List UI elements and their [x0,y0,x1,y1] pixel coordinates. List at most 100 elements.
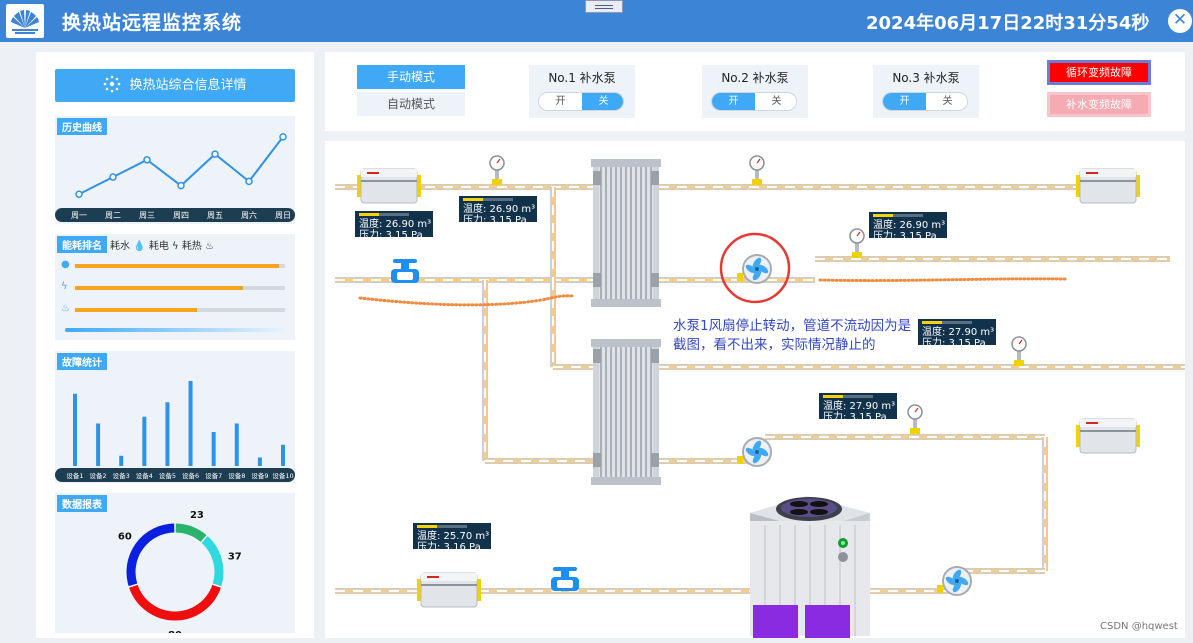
fault-bar [257,457,262,466]
valve-1-icon[interactable] [391,259,419,283]
heat-exchanger-2 [591,339,661,485]
drag-handle-icon[interactable] [585,0,623,13]
pump-1-label: No.1 补水泵 [548,71,616,85]
sensor-6-temp: 温度: 25.70 m³ [417,531,490,542]
makeup-vfd-fault-alarm[interactable]: 补水变频故障 [1047,92,1151,117]
pump-2-label: No.2 补水泵 [721,71,789,85]
logo [6,4,44,38]
history-point [177,181,185,190]
donut-slice [175,523,207,543]
energy-bar-water: ● [61,259,289,271]
sensor-box-6: 温度: 25.70 m³ 压力: 3.16 Pa [413,523,491,553]
fault-bar [234,423,239,466]
screenshot-annotation: 水泵1风扇停止转动，管道不流动因为是截图，看不出来，实际情况静止的 [673,318,912,353]
drop-icon: ● [61,259,70,270]
history-day-label: 周日 [275,211,291,220]
fault-device-label: 设备6 [182,471,199,480]
history-point [245,177,253,186]
circulation-vfd-fault-alarm[interactable]: 循环变频故障 [1047,60,1151,85]
fault-device-label: 设备4 [136,471,153,480]
pressure-gauge-icon [849,228,865,258]
legend-heat: 耗热 [181,241,202,252]
pump-3-label: No.3 补水泵 [892,71,960,85]
fault-bar [211,432,216,466]
auto-mode-button[interactable]: 自动模式 [357,92,465,116]
supply-device [1076,418,1140,454]
history-line-chart: 周一 周二 周三 周四 周五 周六 周日 [55,133,295,222]
valve-2-icon[interactable] [551,567,579,591]
pressure-gauge-icon [749,155,765,185]
pump-3-off[interactable]: 关 [926,93,967,110]
energy-fill-power [75,286,243,290]
bolt-icon: ϟ [172,241,179,252]
fault-bar [73,393,77,466]
process-diagram: 温度: 26.90 m³ 压力: 3.15 Pa 温度: 26.90 m³ 压力… [325,141,1185,638]
pump-1-off[interactable]: 关 [582,93,623,110]
sensor-6-pressure: 压力: 3.16 Pa [417,542,481,553]
fault-device-label: 设备1 [66,471,83,480]
pump-2-off[interactable]: 关 [755,93,796,110]
pump-3-switch[interactable]: 开 关 [882,92,968,111]
sensor-4-pressure: 压力: 3.15 Pa [922,338,986,349]
pump-2-on[interactable]: 开 [712,93,755,110]
fault-device-label: 设备3 [113,471,130,480]
fault-bar [165,402,170,466]
sensor-1-temp: 温度: 26.90 m³ [359,219,432,230]
page-title: 换热站远程监控系统 [62,12,243,34]
pump-3-on[interactable]: 开 [883,93,926,110]
sensor-2-pressure: 压力: 3.15 Pa [463,215,527,226]
sensor-5-pressure: 压力: 3.15 Pa [823,412,887,423]
watermark: CSDN @hqwest [1100,621,1178,632]
current-datetime: 2024年06月17日22时31分54秒 [866,13,1150,34]
fault-device-label: 设备9 [251,471,268,480]
manual-mode-button[interactable]: 手动模式 [357,65,465,89]
station-info-button[interactable]: 换热站综合信息详情 [55,69,295,102]
station-info-label: 换热站综合信息详情 [129,78,247,93]
energy-bar-power: ϟ [61,281,289,293]
pipeline-svg [335,155,1185,638]
sensor-box-2: 温度: 26.90 m³ 压力: 3.15 Pa [459,196,537,226]
history-point [75,190,83,199]
fault-bar [142,416,147,466]
donut-value-label: 60 [118,532,132,543]
history-day-label: 周四 [173,211,189,220]
donut-value-label: 80 [168,630,182,633]
flow-trace-2 [818,277,1067,283]
sensor-2-temp: 温度: 26.90 m³ [463,204,536,215]
donut-slice [201,536,224,587]
pressure-gauge-icon [489,155,505,185]
pump-2-switch[interactable]: 开 关 [711,92,797,111]
close-button[interactable]: ✕ [1168,9,1192,33]
history-day-label: 周六 [241,210,257,220]
fault-bar [188,381,193,466]
bolt-icon: ϟ [61,281,68,292]
fault-bar [96,423,101,466]
sensor-box-3: 温度: 26.90 m³ 压力: 3.15 Pa [869,212,947,242]
flame-icon: ♨ [205,241,214,252]
legend-power: 耗电 [148,241,169,252]
sensor-box-5: 温度: 27.90 m³ 压力: 3.15 Pa [819,393,897,423]
pump-fan-icon[interactable] [737,437,772,467]
loading-dots-icon [104,75,121,93]
energy-fill-water [75,264,279,268]
left-panel: 换热站综合信息详情 历史曲线 周一 周二 周三 周四 周五 周六 周日 能耗排名 耗水 💧 … [36,52,314,638]
pump-fan-icon[interactable] [737,254,772,284]
history-point [143,156,151,164]
report-donut-chart: 23 37 80 60 [118,510,242,633]
pump-2-box: No.2 补水泵 开 关 [702,65,808,118]
donut-value-label: 23 [190,510,204,521]
pump-fan-icon[interactable] [937,566,972,596]
supply-device [357,168,421,204]
sunburst-logo-icon [11,10,39,34]
pump-1-switch[interactable]: 开 关 [538,92,624,111]
fault-bar [119,455,124,466]
sensor-3-temp: 温度: 26.90 m³ [873,220,946,231]
donut-slice [129,584,221,621]
fault-device-label: 设备8 [228,471,245,480]
control-panel: 手动模式 自动模式 No.1 补水泵 开 关 No.2 补水泵 开 关 No.3… [325,52,1185,131]
cooling-tower [750,496,870,638]
energy-bar-heat: ♨ [61,303,289,315]
flow-trace-1 [358,294,577,307]
pump-1-on[interactable]: 开 [539,93,582,110]
energy-fill-heat [75,308,197,312]
